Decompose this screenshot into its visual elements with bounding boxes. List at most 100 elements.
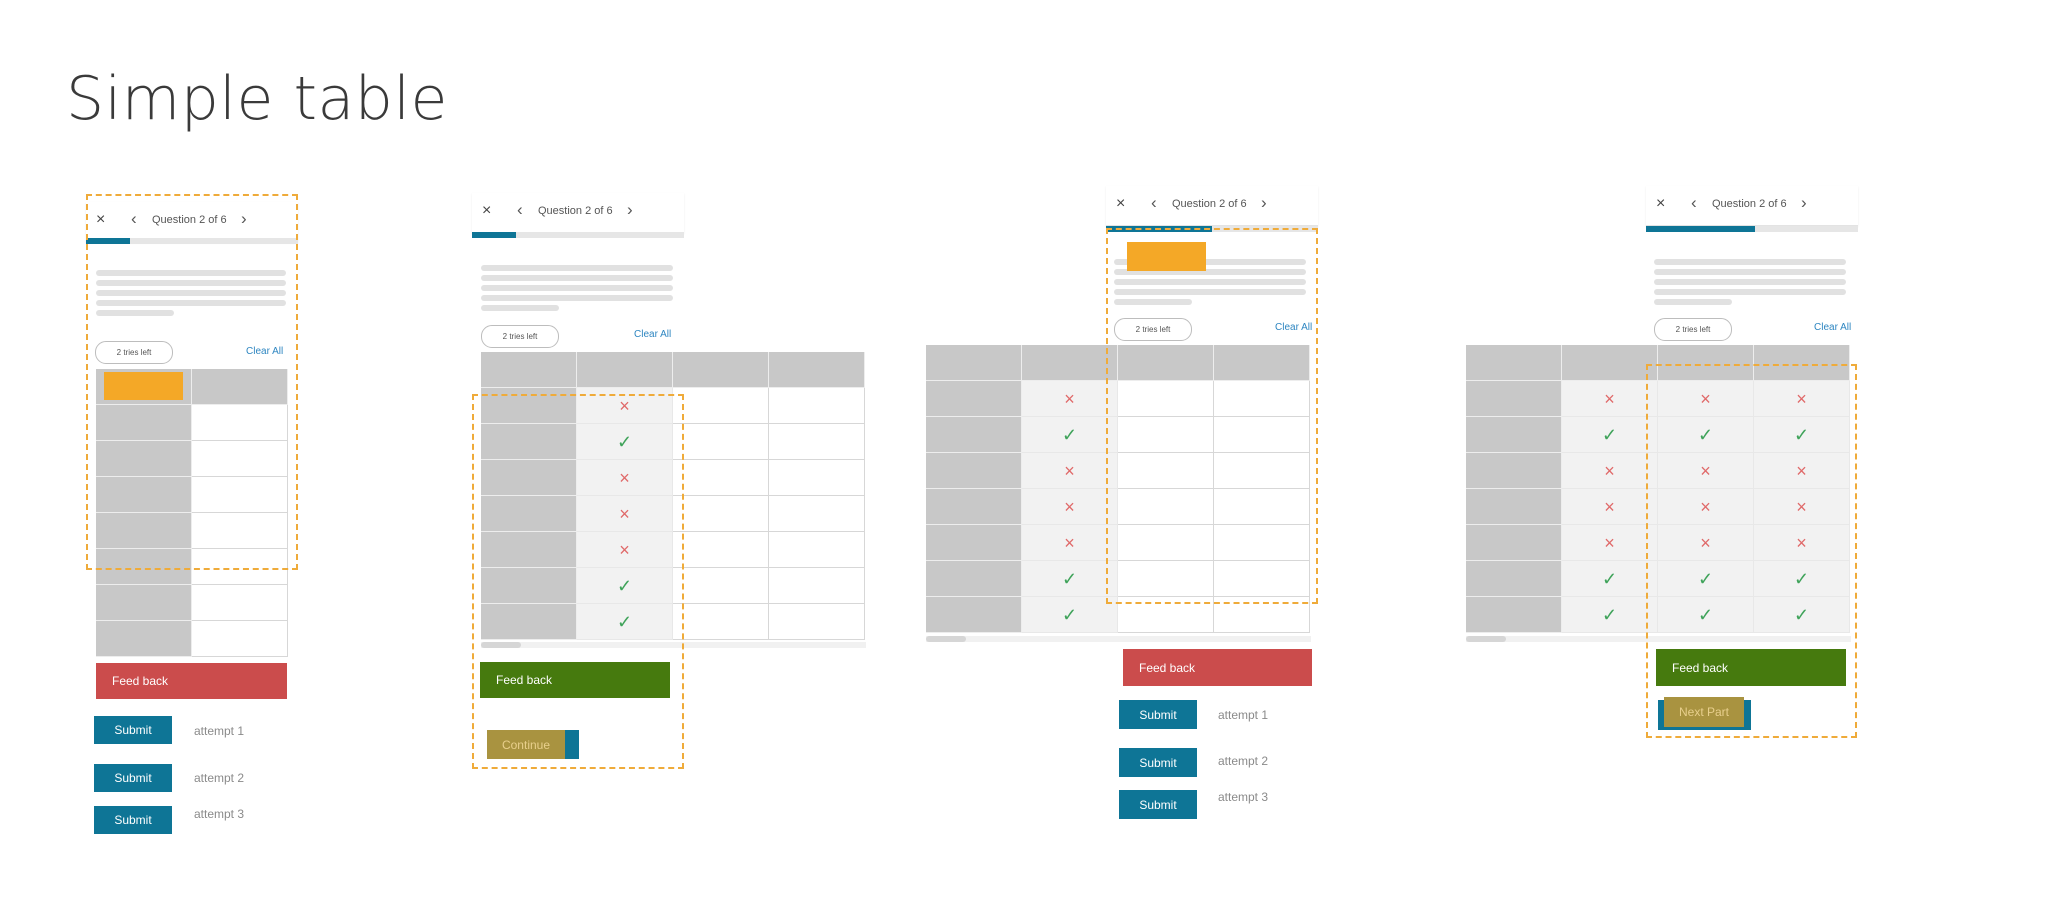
focus-outline (86, 194, 298, 570)
close-icon[interactable]: × (1116, 195, 1125, 213)
chevron-left-icon[interactable]: ‹ (1151, 193, 1157, 213)
table-header-cell (577, 352, 673, 388)
progress-bar (1646, 226, 1858, 232)
cross-icon: × (1064, 460, 1075, 481)
row-label-cell (1466, 597, 1562, 633)
row-label-cell (1466, 561, 1562, 597)
answer-cell[interactable]: ✓ (1562, 417, 1658, 453)
clear-all-link[interactable]: Clear All (1814, 322, 1851, 333)
answer-cell[interactable] (769, 388, 865, 424)
clear-all-link[interactable]: Clear All (634, 329, 671, 340)
attempt-label: attempt 3 (194, 807, 245, 821)
table-header-cell (926, 345, 1022, 381)
chevron-left-icon[interactable]: ‹ (517, 200, 523, 220)
submit-button[interactable]: Submit (94, 764, 172, 792)
answer-cell[interactable] (673, 532, 769, 568)
answer-cell[interactable] (673, 388, 769, 424)
text-line (481, 275, 673, 281)
answer-cell[interactable] (673, 568, 769, 604)
row-label-cell (926, 597, 1022, 633)
text-line (1654, 279, 1846, 285)
answer-cell[interactable] (192, 585, 288, 621)
feedback-banner: Feed back (96, 663, 287, 699)
submit-label: Submit (114, 813, 152, 827)
row-label-cell (926, 381, 1022, 417)
cross-icon: × (1604, 496, 1615, 517)
answer-cell[interactable]: ✓ (1022, 561, 1118, 597)
answer-cell[interactable]: × (1562, 453, 1658, 489)
text-line (1654, 259, 1846, 265)
answer-cell[interactable] (769, 604, 865, 640)
progress-bar (472, 232, 684, 238)
answer-cell[interactable]: × (1562, 525, 1658, 561)
table-header-cell (1466, 345, 1562, 381)
answer-cell[interactable] (673, 496, 769, 532)
table-header-cell (673, 352, 769, 388)
text-line (1654, 299, 1732, 305)
answer-cell[interactable]: × (1562, 381, 1658, 417)
checkmark-icon: ✓ (1601, 424, 1618, 445)
row-label-cell (96, 585, 192, 621)
answer-cell[interactable]: × (1022, 525, 1118, 561)
chevron-right-icon[interactable]: › (1261, 193, 1267, 213)
answer-cell[interactable] (769, 532, 865, 568)
checkmark-icon: ✓ (1061, 424, 1078, 445)
close-icon[interactable]: × (1656, 195, 1665, 213)
answer-cell[interactable] (769, 460, 865, 496)
checkmark-icon: ✓ (1061, 604, 1078, 625)
answer-cell[interactable]: × (1022, 381, 1118, 417)
attempt-label: attempt 1 (1218, 708, 1269, 722)
answer-cell[interactable] (769, 424, 865, 460)
chevron-right-icon[interactable]: › (627, 200, 633, 220)
row-label-cell (1466, 381, 1562, 417)
chevron-left-icon[interactable]: ‹ (1691, 193, 1697, 213)
answer-cell[interactable]: × (1022, 489, 1118, 525)
chevron-right-icon[interactable]: › (1801, 193, 1807, 213)
answer-cell[interactable] (192, 621, 288, 657)
answer-cell[interactable]: ✓ (1562, 561, 1658, 597)
feedback-text: Feed back (112, 674, 169, 688)
answer-cell[interactable] (769, 496, 865, 532)
submit-button[interactable]: Submit (1119, 748, 1197, 777)
answer-cell[interactable] (673, 460, 769, 496)
text-line (481, 285, 673, 291)
question-header: × ‹ Question 2 of 6 › (472, 193, 684, 233)
question-counter: Question 2 of 6 (1172, 198, 1247, 210)
close-icon[interactable]: × (482, 202, 491, 220)
checkmark-icon: ✓ (1061, 568, 1078, 589)
feedback-text: Feed back (1139, 660, 1196, 675)
table-header-cell (481, 352, 577, 388)
answer-cell[interactable]: × (1562, 489, 1658, 525)
text-line (481, 265, 673, 271)
answer-cell[interactable]: ✓ (1022, 417, 1118, 453)
row-label-cell (926, 453, 1022, 489)
question-header: × ‹ Question 2 of 6 › (1106, 186, 1318, 226)
page-title: Simple table (66, 64, 448, 134)
row-label-cell (926, 525, 1022, 561)
row-label-cell (926, 561, 1022, 597)
attempt-label: attempt 2 (194, 771, 245, 785)
row-label-cell (926, 489, 1022, 525)
answer-cell[interactable]: ✓ (1022, 597, 1118, 633)
row-label-cell (1466, 417, 1562, 453)
answer-cell[interactable]: ✓ (1562, 597, 1658, 633)
cross-icon: × (1604, 532, 1615, 553)
answer-cell[interactable] (769, 568, 865, 604)
submit-button[interactable]: Submit (1119, 790, 1197, 819)
submit-label: Submit (114, 723, 152, 737)
table-header-cell (769, 352, 865, 388)
tries-left-badge: 2 tries left (481, 325, 559, 348)
submit-button[interactable]: Submit (1119, 700, 1197, 729)
submit-button[interactable]: Submit (94, 806, 172, 834)
text-line (1654, 269, 1846, 275)
attempt-label: attempt 3 (1218, 790, 1269, 804)
submit-button[interactable]: Submit (94, 716, 172, 744)
cross-icon: × (1064, 388, 1075, 409)
focus-outline (472, 394, 684, 769)
cross-icon: × (1604, 460, 1615, 481)
answer-cell[interactable] (673, 604, 769, 640)
submit-label: Submit (114, 771, 152, 785)
horizontal-scrollbar[interactable] (926, 636, 1311, 642)
answer-cell[interactable]: × (1022, 453, 1118, 489)
answer-cell[interactable] (673, 424, 769, 460)
